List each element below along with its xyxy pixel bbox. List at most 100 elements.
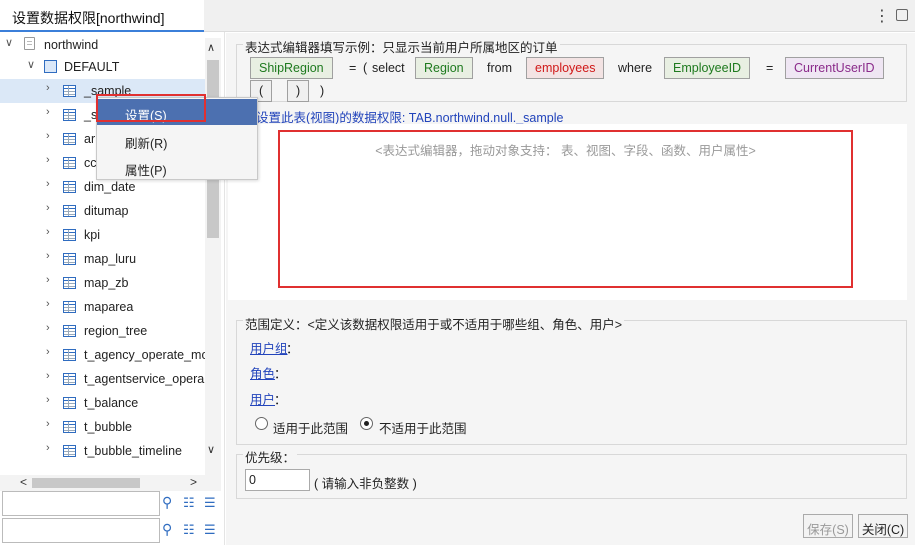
user-colon: ：	[274, 393, 287, 407]
tree-item[interactable]: › t_balance	[0, 391, 205, 415]
token-employeeid[interactable]: EmployeeID	[664, 57, 751, 79]
tree-item[interactable]: › t_bubble_timeline	[0, 439, 205, 463]
token-trailing-paren: )	[320, 84, 325, 98]
editor-tab-strip: ⋮	[204, 0, 915, 32]
tree-schema-label: DEFAULT	[64, 60, 120, 74]
more-options-icon[interactable]: ⋮	[874, 6, 890, 26]
search-input-1[interactable]	[2, 491, 160, 516]
tree-view-icon[interactable]: ☷	[183, 495, 195, 511]
list-view-icon[interactable]: ☰	[204, 495, 216, 511]
tree-view-icon[interactable]: ☷	[183, 522, 195, 538]
priority-value: 0	[249, 473, 256, 487]
token-where: where	[618, 61, 653, 75]
not-apply-radio[interactable]	[360, 417, 373, 430]
expression-editor[interactable]: <表达式编辑器，拖动对象支持： 表、视图、字段、函数、用户属性>	[278, 130, 853, 288]
tree-item[interactable]: › region_tree	[0, 319, 205, 343]
expand-icon[interactable]: ›	[46, 274, 50, 286]
token-from: from	[487, 61, 512, 75]
expand-icon[interactable]: ›	[46, 82, 50, 94]
scroll-left-icon[interactable]: <	[20, 475, 27, 489]
database-icon	[24, 37, 35, 50]
example-legend: 表达式编辑器填写示例：只显示当前用户所属地区的订单	[243, 37, 560, 56]
tree-item-label: t_bubble	[84, 420, 132, 434]
search-input-2[interactable]	[2, 518, 160, 543]
expand-icon[interactable]: ›	[46, 250, 50, 262]
search-icon[interactable]: ⚲	[162, 494, 172, 511]
priority-legend: 优先级：	[243, 447, 298, 466]
expand-icon[interactable]: ›	[46, 202, 50, 214]
token-paren: (	[363, 61, 368, 75]
scroll-up-icon[interactable]: ∧	[207, 41, 215, 54]
user-link[interactable]: 用户	[250, 389, 275, 408]
tree-item-label: t_agency_operate_mo	[84, 348, 205, 362]
table-icon	[63, 349, 76, 361]
table-icon	[63, 181, 76, 193]
expand-icon[interactable]: ›	[46, 298, 50, 310]
menu-item-properties[interactable]: 属性(P)	[97, 154, 257, 180]
tree-item[interactable]: › map_luru	[0, 247, 205, 271]
expand-icon[interactable]: ›	[46, 394, 50, 406]
table-icon	[63, 205, 76, 217]
expand-icon[interactable]: ›	[46, 130, 50, 142]
tree-schema[interactable]: ∨ DEFAULT	[0, 56, 205, 78]
expression-placeholder: <表达式编辑器，拖动对象支持： 表、视图、字段、函数、用户属性>	[375, 144, 756, 158]
tree-item-label: t_bubble_timeline	[84, 444, 182, 458]
tree-root[interactable]: ∨ northwind	[0, 34, 205, 56]
tree-item-label: ar	[84, 132, 96, 146]
expand-icon[interactable]: ›	[46, 322, 50, 334]
restore-window-icon[interactable]	[896, 9, 908, 21]
collapse-icon[interactable]: ∨	[5, 36, 13, 49]
tree-item[interactable]: › t_bubble	[0, 415, 205, 439]
menu-highlight-box	[96, 94, 206, 122]
expand-icon[interactable]: ›	[46, 106, 50, 118]
tree-item[interactable]: › t_agentservice_opera	[0, 367, 205, 391]
tree-item-label: map_zb	[84, 276, 129, 290]
save-button[interactable]: 保存(S)	[803, 514, 853, 538]
token-region[interactable]: Region	[415, 57, 473, 79]
tree-item[interactable]: › kpi	[0, 223, 205, 247]
menu-item-refresh[interactable]: 刷新(R)	[97, 127, 257, 153]
expand-icon[interactable]: ›	[46, 178, 50, 190]
apply-label: 适用于此范围	[273, 422, 349, 436]
table-icon	[63, 277, 76, 289]
search-icon[interactable]: ⚲	[162, 521, 172, 538]
apply-radio[interactable]	[255, 417, 268, 430]
token-currentuserid[interactable]: CurrentUserID	[785, 57, 884, 79]
expand-icon[interactable]: ›	[46, 418, 50, 430]
tree-item[interactable]: › t_agency_operate_mo	[0, 343, 205, 367]
table-icon	[63, 109, 76, 121]
expand-icon[interactable]: ›	[46, 442, 50, 454]
tree-item[interactable]: › maparea	[0, 295, 205, 319]
collapse-icon[interactable]: ∨	[27, 58, 35, 71]
list-view-icon[interactable]: ☰	[204, 522, 216, 538]
token-employees[interactable]: employees	[526, 57, 605, 79]
close-button[interactable]: 关闭(C)	[858, 514, 908, 538]
user-group-link[interactable]: 用户组	[250, 338, 288, 357]
table-icon	[63, 229, 76, 241]
tree-item-label: map_luru	[84, 252, 137, 266]
tab-title[interactable]: 设置数据权限[northwind]	[0, 0, 204, 32]
tree-item-label: t_balance	[84, 396, 139, 410]
tree-horizontal-scrollbar[interactable]: < >	[0, 475, 221, 491]
table-icon	[63, 157, 76, 169]
token-equals-2: =	[766, 61, 774, 75]
table-icon	[63, 301, 76, 313]
schema-icon	[44, 60, 57, 73]
expand-icon[interactable]: ›	[46, 370, 50, 382]
token-shipregion[interactable]: ShipRegion	[250, 57, 333, 79]
token-close-paren[interactable]: )	[287, 80, 310, 102]
tree-item-label: region_tree	[84, 324, 148, 338]
scroll-down-icon[interactable]: ∨	[207, 443, 215, 456]
expand-icon[interactable]: ›	[46, 346, 50, 358]
role-link[interactable]: 角色	[250, 363, 275, 382]
scroll-right-icon[interactable]: >	[190, 475, 197, 489]
expand-icon[interactable]: ›	[46, 154, 50, 166]
user-group-colon: ：	[286, 342, 299, 356]
tree-item[interactable]: › ditumap	[0, 199, 205, 223]
table-icon	[63, 445, 76, 457]
priority-hint: ( 请输入非负整数 )	[314, 477, 417, 491]
scroll-thumb[interactable]	[32, 478, 140, 488]
priority-input[interactable]: 0	[245, 469, 310, 491]
expand-icon[interactable]: ›	[46, 226, 50, 238]
tree-item[interactable]: › map_zb	[0, 271, 205, 295]
